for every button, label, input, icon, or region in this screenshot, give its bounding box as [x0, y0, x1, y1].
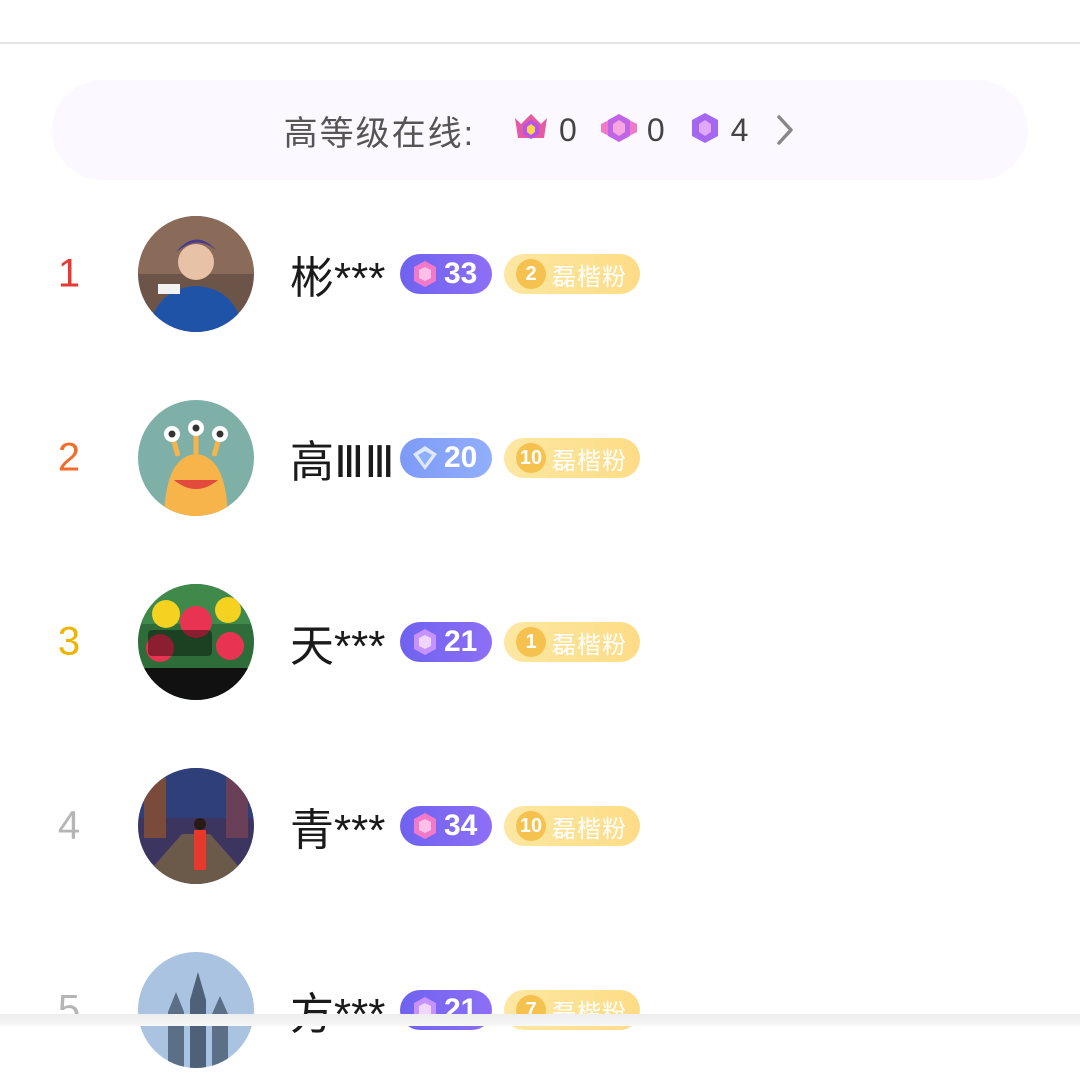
user-level-badge: 33	[400, 254, 492, 294]
avatar[interactable]	[138, 952, 254, 1068]
chevron-right-icon[interactable]	[774, 113, 796, 147]
fan-club-badge: 10 磊楷粉	[504, 438, 640, 478]
fan-level-heart-icon: 10	[516, 811, 546, 841]
fan-club-name: 磊楷粉	[552, 447, 627, 475]
fan-level-heart-icon: 10	[516, 443, 546, 473]
tier-crown: 0	[511, 110, 577, 151]
tier-gem: 4	[687, 110, 749, 151]
tier-gem-count: 4	[730, 111, 749, 148]
user-level-number: 33	[444, 257, 478, 290]
username: 高ⅢⅢ	[290, 438, 395, 487]
fan-level-heart-icon: 2	[516, 259, 546, 289]
gem-icon	[414, 629, 436, 655]
bottom-shadow	[0, 1014, 1080, 1026]
user-level-badge: 21	[400, 622, 492, 662]
tier-crown-count: 0	[559, 111, 577, 148]
tier-winged-count: 0	[646, 111, 665, 148]
username: 青***	[290, 806, 386, 855]
username: 天***	[290, 622, 386, 671]
leaderboard-row[interactable]: 3 天*** 21 1 磊楷粉	[0, 572, 1080, 712]
avatar[interactable]	[138, 584, 254, 700]
rank-number: 1	[57, 251, 81, 296]
fan-club-badge: 1 磊楷粉	[504, 622, 640, 662]
leaderboard-row[interactable]: 1 彬*** 33 2 磊楷粉	[0, 204, 1080, 344]
tier-winged: 0	[599, 110, 665, 151]
winged-gem-icon	[599, 110, 639, 151]
fan-club-badge: 2 磊楷粉	[504, 254, 640, 294]
high-level-online-label: 高等级在线:	[283, 114, 476, 153]
avatar[interactable]	[138, 216, 254, 332]
fan-club-name: 磊楷粉	[552, 631, 627, 659]
user-level-badge: 20	[400, 438, 492, 478]
username: 方***	[290, 978, 385, 1042]
fan-club-name: 磊楷粉	[552, 815, 627, 843]
username: 彬***	[290, 254, 386, 303]
user-level-number: 34	[444, 809, 478, 842]
user-level-number: 20	[444, 441, 478, 474]
user-level-badge: 34	[400, 806, 492, 846]
fan-level-heart-icon: 1	[516, 627, 546, 657]
avatar[interactable]	[138, 400, 254, 516]
crown-gem-icon	[511, 110, 551, 151]
gem-icon	[414, 261, 436, 287]
top-divider	[0, 42, 1080, 44]
user-level-number: 21	[444, 625, 478, 658]
leaderboard-row[interactable]: 4 青*** 34 10 磊楷粉	[0, 756, 1080, 896]
gem-icon	[414, 813, 436, 839]
purple-gem-icon	[687, 110, 723, 151]
rank-number: 2	[57, 435, 81, 480]
high-level-online-bar[interactable]: 高等级在线: 0 0 4	[52, 80, 1028, 180]
leaderboard-row[interactable]: 5 方*** 21 7 磊楷粉	[0, 940, 1080, 1080]
leaderboard-row[interactable]: 2 高ⅢⅢ 20 10 磊楷粉	[0, 388, 1080, 528]
fan-club-badge: 10 磊楷粉	[504, 806, 640, 846]
rank-number: 4	[57, 803, 81, 848]
rank-number: 3	[57, 619, 81, 664]
avatar[interactable]	[138, 768, 254, 884]
fan-club-name: 磊楷粉	[552, 263, 627, 291]
diamond-icon	[413, 446, 437, 470]
